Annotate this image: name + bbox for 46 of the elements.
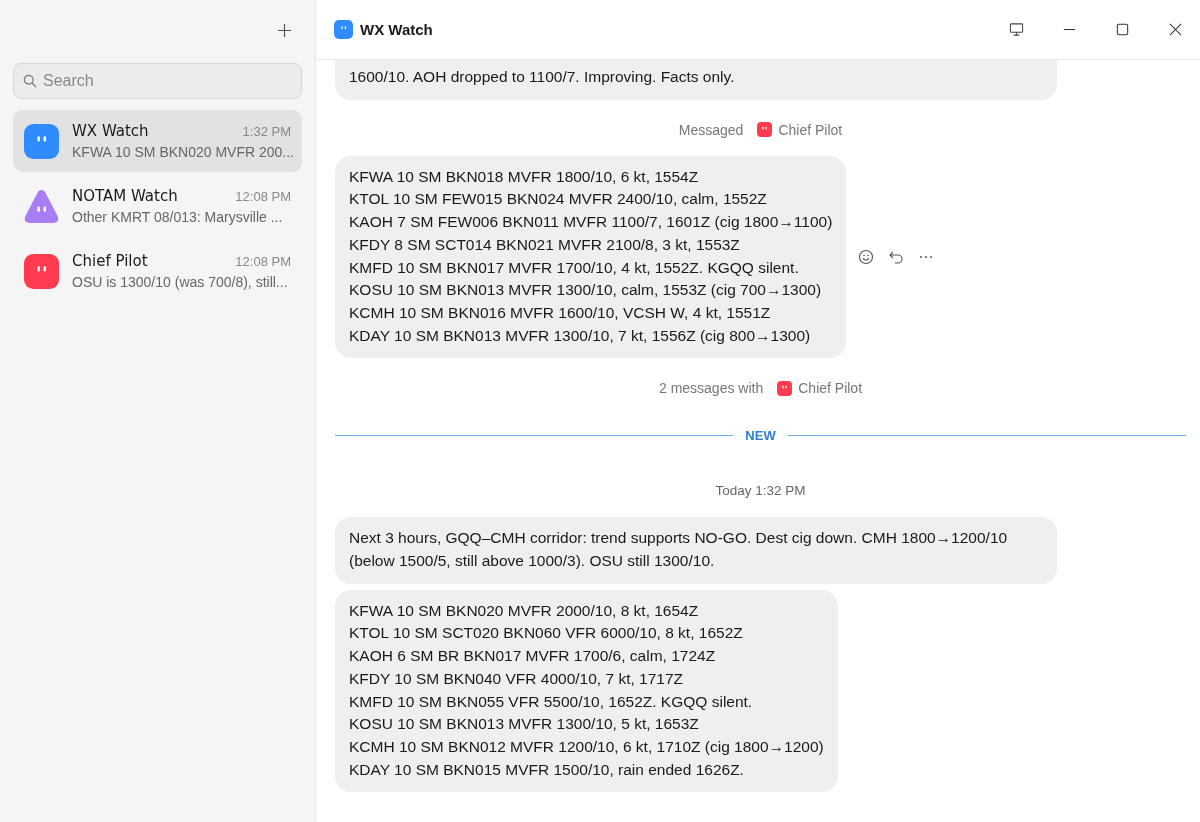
bot-avatar-icon — [334, 20, 353, 39]
chat-preview: Other KMRT 08/013: Marysville ... — [72, 209, 284, 225]
message-text: KDAY 10 SM BKN015 MVFR 1500/10, rain ended 1626Z. — [349, 759, 745, 780]
event-text: Messaged — [678, 121, 744, 138]
message-text: KMFD 10 SM BKN017 MVFR 1700/10, 4 kt, 1552Z. KGQQ silent. — [349, 257, 800, 278]
timestamp: Today 1:32 PM — [715, 483, 806, 499]
search-field[interactable]: Search — [13, 63, 302, 99]
contact-name: Chief Pilot — [798, 380, 863, 397]
chat-item[interactable]: Chief Pilot 12:08 PM OSU is 1300/10 (was 700/8), still... — [13, 240, 302, 302]
message-text: KFWA 10 SM BKN020 MVFR 2000/10, 8 kt, 1654Z — [349, 600, 700, 621]
maximize-icon[interactable] — [1115, 22, 1130, 37]
chat-name: WX Watch — [72, 122, 149, 140]
message-text: Next 3 hours, GQQ–CMH corridor: trend supports NO-GO. Dest cig down. CMH 1800→1200/10 (below 1500/5, still above 1000/3). OSU still 1300/10. — [349, 528, 1009, 572]
chat-time: 12:08 PM — [235, 189, 291, 204]
message-text: KFWA 10 SM BKN018 MVFR 1800/10, 6 kt, 1554Z — [349, 166, 700, 187]
chat-time: 12:08 PM — [235, 254, 291, 269]
search-icon — [23, 74, 37, 88]
message-text: KOSU 10 SM BKN013 MVFR 1300/10, calm, 1553Z (cig 700→1300) — [349, 280, 823, 301]
message-text: KMFD 10 SM BKN055 VFR 5500/10, 1652Z. KGQQ silent. — [349, 691, 754, 712]
message-text: KCMH 10 SM BKN016 MVFR 1600/10, VCSH W, 4 kt, 1551Z — [349, 302, 772, 323]
smiley-icon[interactable] — [858, 249, 875, 265]
reply-icon[interactable] — [888, 249, 905, 265]
chat-name: NOTAM Watch — [72, 187, 178, 205]
plus-icon[interactable] — [277, 22, 292, 38]
close-icon[interactable] — [1168, 22, 1183, 37]
chat-item[interactable]: NOTAM Watch 12:08 PM Other KMRT 08/013: Marysville ... — [13, 175, 302, 237]
chat-preview: OSU is 1300/10 (was 700/8), still... — [72, 274, 289, 290]
monitor-icon[interactable] — [1009, 22, 1024, 37]
message-text: KFDY 10 SM BKN040 VFR 4000/10, 7 kt, 1717Z — [349, 668, 684, 689]
chat-name: Chief Pilot — [72, 252, 148, 270]
event-text: 2 messages with — [658, 380, 764, 397]
chat-preview: KFWA 10 SM BKN020 MVFR 200... — [72, 144, 291, 160]
message-text: KCMH 10 SM BKN012 MVFR 1200/10, 6 kt, 1710Z (cig 1800→1200) — [349, 736, 824, 757]
message-text: KAOH 6 SM BR BKN017 MVFR 1700/6, calm, 1724Z — [349, 646, 717, 667]
chat-time: 1:32 PM — [242, 124, 291, 139]
contact-name: Chief Pilot — [778, 121, 843, 138]
message-text: KOSU 10 SM BKN013 MVFR 1300/10, 5 kt, 1653Z — [349, 714, 700, 735]
message-text: KFDY 8 SM SCT014 BKN021 MVFR 2100/8, 3 kt, 1553Z — [349, 234, 741, 255]
message-text: KDAY 10 SM BKN013 MVFR 1300/10, 7 kt, 1556Z (cig 800→1300) — [349, 325, 812, 346]
message-text: KTOL 10 SM FEW015 BKN024 MVFR 2400/10, calm, 1552Z — [349, 189, 768, 210]
new-divider-label: NEW — [745, 428, 776, 444]
message-text: KAOH 7 SM FEW006 BKN011 MVFR 1100/7, 1601Z (cig 1800→1100) — [349, 212, 833, 233]
chat-item[interactable]: WX Watch 1:32 PM KFWA 10 SM BKN020 MVFR 200... — [13, 110, 302, 172]
window-title: WX Watch — [360, 21, 433, 38]
message-text: 1600/10. AOH dropped to 1100/7. Improving. Facts only. — [349, 67, 736, 87]
message-text: KTOL 10 SM SCT020 BKN060 VFR 6000/10, 8 kt, 1652Z — [349, 623, 744, 644]
